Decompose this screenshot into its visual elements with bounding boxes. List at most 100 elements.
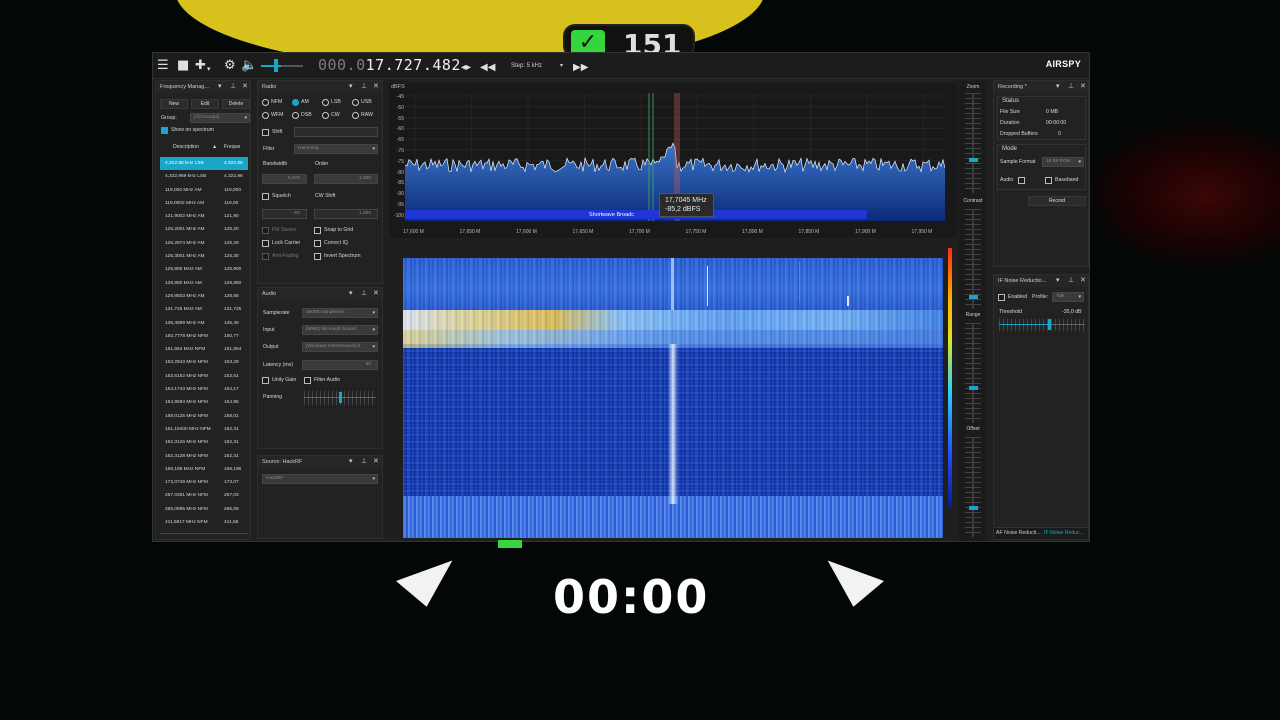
zoom-slider[interactable] (972, 93, 974, 193)
chevron-down-icon[interactable]: ▾ (207, 60, 211, 78)
list-item[interactable]: 121,9002 MHz AM 121,90 (160, 210, 248, 223)
range-slider[interactable] (972, 323, 974, 423)
chevron-down-icon[interactable]: ▾ (349, 456, 353, 468)
mode-radio-raw[interactable] (352, 112, 359, 119)
volume-slider[interactable] (261, 65, 303, 67)
order-input[interactable]: 1.000 (314, 174, 378, 184)
zoom-thumb[interactable] (969, 158, 978, 162)
mode-radio-cw[interactable] (322, 112, 329, 119)
waterfall-display[interactable] (403, 258, 943, 538)
step-select[interactable]: Step: 5 kHz ▾ (503, 60, 565, 73)
bandwidth-input[interactable]: 6,070 (262, 174, 307, 184)
list-item[interactable]: 161,19400 MHz NFM 162,31 (160, 423, 248, 436)
filter-audio-checkbox[interactable] (304, 377, 311, 384)
list-item[interactable]: 135,4999 MHz AM 135,49 (160, 317, 248, 330)
pin-icon[interactable]: ⊥ (361, 81, 367, 93)
speaker-icon[interactable]: 🔈 (241, 57, 257, 75)
add-icon[interactable]: ✚ (195, 57, 206, 75)
close-icon[interactable]: ✕ (373, 288, 379, 300)
profile-select[interactable]: Talk ▾ (1052, 292, 1084, 302)
shift-input[interactable] (294, 127, 378, 137)
pin-icon[interactable]: ⊥ (361, 456, 367, 468)
sort-up-icon[interactable]: ▲ (212, 144, 217, 151)
volume-thumb[interactable] (274, 59, 278, 72)
range-thumb[interactable] (969, 386, 978, 390)
show-on-spectrum-checkbox[interactable] (161, 127, 168, 134)
contrast-slider[interactable] (972, 209, 974, 309)
list-item[interactable]: 153,5152 MHz NFM 153,51 (160, 370, 248, 383)
mode-radio-dsb[interactable] (292, 112, 299, 119)
close-icon[interactable]: ✕ (242, 81, 248, 93)
list-item[interactable]: 125,2974 MHz AM 125,29 (160, 237, 248, 250)
list-item[interactable]: 125,3001 MHz AM 125,30 (160, 250, 248, 263)
menu-icon[interactable]: ☰ (157, 57, 169, 75)
close-icon[interactable]: ✕ (373, 81, 379, 93)
rewind-icon[interactable]: ◀◀ (480, 59, 495, 77)
list-item[interactable]: 158,0125 MHz NFM 158,01 (160, 410, 248, 423)
offset-slider[interactable] (972, 437, 974, 537)
list-item[interactable]: 162,3128 MHz NFM 162,31 (160, 450, 248, 463)
list-item[interactable]: 131,725 MHz AM 131,725 (160, 303, 248, 316)
cw-shift-input[interactable]: 1.000 (314, 209, 378, 219)
chevron-down-icon[interactable]: ▾ (349, 81, 353, 93)
correct-iq-checkbox[interactable] (314, 240, 321, 247)
lock-carrier-checkbox[interactable] (262, 240, 269, 247)
unity-gain-checkbox[interactable] (262, 377, 269, 384)
list-item[interactable]: 150,7778 MHz NFM 150,77 (160, 330, 248, 343)
frequency-display[interactable]: 000.017.727.482 (318, 56, 461, 74)
audio-checkbox[interactable] (1018, 177, 1025, 184)
fast-forward-icon[interactable]: ▶▶ (573, 59, 588, 77)
list-item[interactable]: 125,900 MHz AM 125,900 (160, 263, 248, 276)
chevron-down-icon[interactable]: ▾ (349, 288, 353, 300)
close-icon[interactable]: ✕ (373, 456, 379, 468)
anti-fading-checkbox[interactable] (262, 253, 269, 260)
band-plan-bar[interactable] (405, 210, 867, 219)
pin-icon[interactable]: ⊥ (230, 81, 236, 93)
gear-icon[interactable]: ⚙ (224, 57, 236, 75)
latency-input[interactable]: 50 (302, 360, 378, 370)
col-description[interactable]: Description (173, 144, 199, 151)
col-frequency[interactable]: Freque (224, 144, 240, 151)
tab-if-noise-reduction[interactable]: IF Noise Reduc... (1044, 530, 1084, 537)
chevron-down-icon[interactable]: ▾ (1056, 81, 1060, 93)
offset-thumb[interactable] (969, 506, 978, 510)
sample-format-select[interactable]: 16 Bit PCM ▾ (1042, 157, 1084, 167)
pin-icon[interactable]: ⊥ (361, 288, 367, 300)
chevron-down-icon[interactable]: ▾ (218, 81, 222, 93)
list-item[interactable]: 166,196 MHz NFM 166,196 (160, 463, 248, 476)
list-item[interactable]: 4,322,969 kHz LSB 4,322,96 (160, 170, 248, 183)
baseband-checkbox[interactable] (1045, 177, 1052, 184)
snap-to-grid-checkbox[interactable] (314, 227, 321, 234)
filter-select[interactable]: Hamming ▾ (294, 144, 378, 154)
fm-stereo-checkbox[interactable] (262, 227, 269, 234)
output-select[interactable]: [Windows DirectSound] S ▾ (302, 342, 378, 352)
input-select[interactable]: [MME] Microsoft Sound ▾ (302, 325, 378, 335)
list-item[interactable]: 128,8503 MHz AM 128,85 (160, 290, 248, 303)
close-icon[interactable]: ✕ (1080, 81, 1086, 93)
source-select[interactable]: HackRF ▾ (262, 474, 378, 484)
pin-icon[interactable]: ⊥ (1068, 81, 1074, 93)
delete-button[interactable]: Delete (222, 99, 250, 109)
chevron-down-icon[interactable]: ▾ (1056, 275, 1060, 287)
list-item[interactable]: 154,9593 MHz NFM 154,95 (160, 396, 248, 409)
tab-af-noise-reduction[interactable]: AF Noise Reducti... (996, 530, 1041, 537)
list-item[interactable]: 119,0002 MHz AM 119,00 (160, 197, 248, 210)
pin-icon[interactable]: ⊥ (1068, 275, 1074, 287)
list-item[interactable]: 151,654 MHz NFM 151,654 (160, 343, 248, 356)
list-item[interactable]: 162,3126 MHz NFM 162,31 (160, 436, 248, 449)
list-item[interactable]: 265,0995 MHz NFM 265,09 (160, 503, 248, 516)
list-item[interactable]: 411,5817 MHz NFM 411,58 (160, 516, 248, 529)
shift-checkbox[interactable] (262, 129, 269, 136)
record-button[interactable]: Record (1028, 196, 1086, 206)
mode-radio-usb[interactable] (352, 99, 359, 106)
stop-icon[interactable]: ■ (177, 57, 189, 75)
list-item[interactable]: 257,0391 MHz NFM 257,03 (160, 489, 248, 502)
mode-radio-lsb[interactable] (322, 99, 329, 106)
horizontal-scrollbar[interactable] (160, 533, 248, 534)
group-select[interactable]: [All Groups] ▾ (190, 113, 250, 123)
squelch-input[interactable]: -50 (262, 209, 307, 219)
nr-enabled-checkbox[interactable] (998, 294, 1005, 301)
mode-radio-am[interactable] (292, 99, 299, 106)
samplerate-select[interactable]: 48000 sample/sec ▾ (302, 308, 378, 318)
list-item[interactable]: 128,850 MHz AM 128,850 (160, 277, 248, 290)
